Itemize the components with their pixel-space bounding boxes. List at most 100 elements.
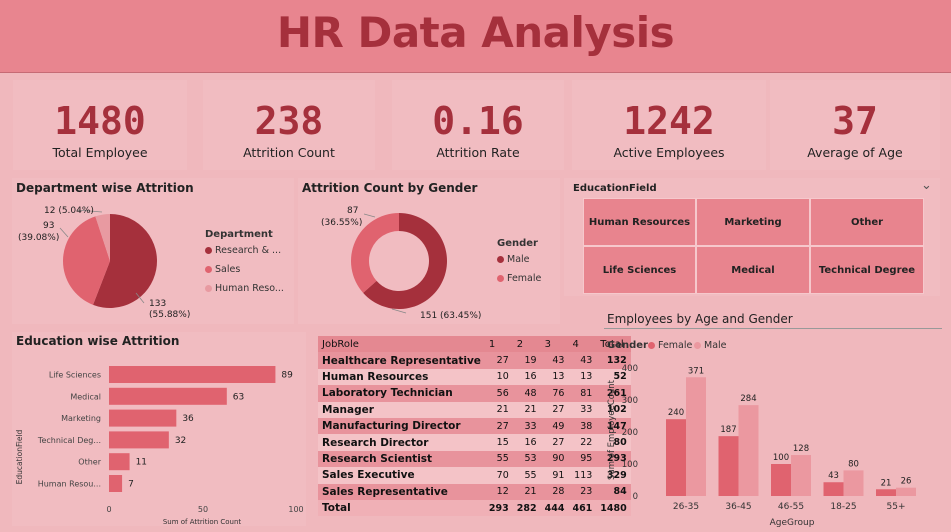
bar-value-technical-deg: 32	[175, 436, 186, 446]
table-total-row[interactable]: Total 293 282 444 461 1480	[318, 499, 631, 517]
table-cell: 16	[512, 368, 541, 386]
table-row[interactable]: Research Scientist 55 53 90 95 293	[318, 450, 631, 468]
bar-technical-deg[interactable]	[109, 431, 169, 449]
x-tick-36-45: 36-45	[725, 502, 751, 512]
chevron-down-icon[interactable]: ⌄	[921, 178, 932, 193]
table-cell: 21	[512, 401, 541, 418]
row-label: Human Resources	[318, 368, 485, 386]
kpi-card-total-employee[interactable]: 1480 Total Employee	[13, 80, 187, 170]
legend-label: Human Reso...	[215, 283, 284, 294]
bar-male-18-25[interactable]	[843, 470, 864, 496]
table-cell: 13	[540, 368, 569, 386]
tile-other[interactable]: Other	[810, 198, 924, 246]
row-label: Research Scientist	[318, 450, 485, 468]
gender-attrition-title: Attrition Count by Gender	[302, 181, 478, 195]
x-tick-100: 100	[288, 505, 303, 514]
donut-label-female-count: 87	[347, 206, 358, 216]
tile-medical[interactable]: Medical	[696, 246, 810, 294]
table-row[interactable]: Human Resources 10 16 13 13 52	[318, 368, 631, 386]
age-gender-title: Employees by Age and Gender	[607, 312, 793, 326]
bar-value-male-26-35: 371	[688, 366, 704, 376]
legend-item-research[interactable]: Research & ...	[205, 245, 281, 256]
bar-female-55[interactable]	[876, 489, 896, 496]
table-cell: 43	[568, 352, 597, 369]
table-cell: 76	[540, 385, 569, 402]
table-cell: 38	[568, 417, 597, 435]
table-cell: 95	[568, 450, 597, 468]
kpi-card-active-employees[interactable]: 1242 Active Employees	[572, 80, 766, 170]
bar-male-55[interactable]	[896, 487, 916, 496]
age-x-axis-title: AgeGroup	[770, 518, 815, 528]
table-cell: 12	[484, 483, 513, 500]
jobrole-matrix[interactable]: JobRole 1 2 3 4 Total Healthcare Represe…	[318, 336, 631, 517]
bar-medical[interactable]	[109, 387, 227, 405]
department-legend-title: Department	[205, 229, 273, 240]
legend-item-female[interactable]: Female	[648, 340, 692, 351]
col-header-3[interactable]: 3	[540, 336, 569, 353]
legend-item-female[interactable]: Female	[497, 273, 541, 284]
table-cell: 282	[512, 499, 541, 517]
legend-item-sales[interactable]: Sales	[205, 264, 240, 275]
table-row[interactable]: Healthcare Representative 27 19 43 43 132	[318, 352, 631, 369]
education-attrition-title: Education wise Attrition	[16, 334, 180, 348]
table-cell: 81	[568, 385, 597, 402]
table-cell: 27	[540, 434, 569, 451]
tile-technical-degree[interactable]: Technical Degree	[810, 246, 924, 294]
kpi-label: Active Employees	[613, 145, 725, 160]
legend-item-male[interactable]: Male	[694, 340, 727, 351]
donut-label-male: 151 (63.45%)	[420, 311, 481, 321]
row-label: Healthcare Representative	[318, 352, 485, 369]
legend-item-male[interactable]: Male	[497, 254, 530, 265]
age-gender-bar-chart[interactable]: Sum of EmployeeCount 0 100 200 300 400 240 37…	[604, 355, 944, 529]
bar-female-46-55[interactable]	[771, 464, 791, 496]
row-label: Research Director	[318, 434, 485, 451]
bar-female-26-35[interactable]	[666, 419, 686, 496]
bar-female-18-25[interactable]	[823, 482, 844, 496]
table-cell: 19	[512, 352, 541, 369]
legend-dot	[497, 256, 504, 263]
col-header-1[interactable]: 1	[484, 336, 513, 353]
bar-female-36-45[interactable]	[718, 436, 739, 496]
gender-legend-title: Gender	[497, 238, 538, 249]
table-row[interactable]: Manufacturing Director 27 33 49 38 147	[318, 417, 631, 435]
legend-dot	[497, 275, 504, 282]
table-row[interactable]: Laboratory Technician 56 48 76 81 261	[318, 385, 631, 402]
department-pie-chart[interactable]: 12 (5.04%) 93 (39.08%) 133 (55.88%)	[12, 195, 294, 325]
table-row[interactable]: Research Director 15 16 27 22 80	[318, 434, 631, 451]
table-cell: 55	[512, 467, 541, 484]
bar-life-sciences[interactable]	[109, 366, 276, 383]
bar-human-resou[interactable]	[109, 475, 123, 492]
bar-male-46-55[interactable]	[791, 455, 811, 496]
age-y-axis-title: Sum of EmployeeCount	[607, 379, 617, 480]
bar-other[interactable]	[109, 453, 130, 471]
tile-human-resources[interactable]: Human Resources	[583, 198, 696, 246]
col-header-2[interactable]: 2	[512, 336, 541, 353]
legend-label: Male	[507, 254, 530, 265]
tile-marketing[interactable]: Marketing	[696, 198, 810, 246]
kpi-card-average-age[interactable]: 37 Average of Age	[770, 80, 940, 170]
table-cell: 15	[484, 434, 513, 451]
bar-male-26-35[interactable]	[686, 377, 706, 496]
bar-marketing[interactable]	[109, 409, 177, 427]
table-row[interactable]: Sales Representative 12 21 28 23 84	[318, 483, 631, 500]
tile-life-sciences[interactable]: Life Sciences	[583, 246, 696, 294]
education-field-slicer-title: EducationField	[573, 183, 657, 194]
donut-label-female-pct: (36.55%)	[321, 218, 362, 228]
kpi-value: 37	[832, 99, 878, 143]
table-cell: 70	[484, 467, 513, 484]
education-bar-chart[interactable]: EducationField Life Sciences 89 Medical 63 M…	[12, 352, 306, 528]
bar-value-female-36-45: 187	[720, 425, 736, 435]
col-header-jobrole[interactable]: JobRole	[318, 336, 485, 353]
col-header-4[interactable]: 4	[568, 336, 597, 353]
table-row[interactable]: Manager 21 21 27 33 102	[318, 401, 631, 418]
kpi-card-attrition-rate[interactable]: 0.16 Attrition Rate	[392, 80, 564, 170]
table-cell: 55	[484, 450, 513, 468]
table-cell: 16	[512, 434, 541, 451]
table-row[interactable]: Sales Executive 70 55 91 113 329	[318, 467, 631, 484]
bar-male-36-45[interactable]	[738, 405, 759, 496]
table-cell: 43	[540, 352, 569, 369]
legend-label: Female	[658, 340, 693, 351]
legend-item-human-resources[interactable]: Human Reso...	[205, 283, 284, 294]
kpi-card-attrition-count[interactable]: 238 Attrition Count	[203, 80, 375, 170]
legend-dot	[205, 247, 212, 254]
